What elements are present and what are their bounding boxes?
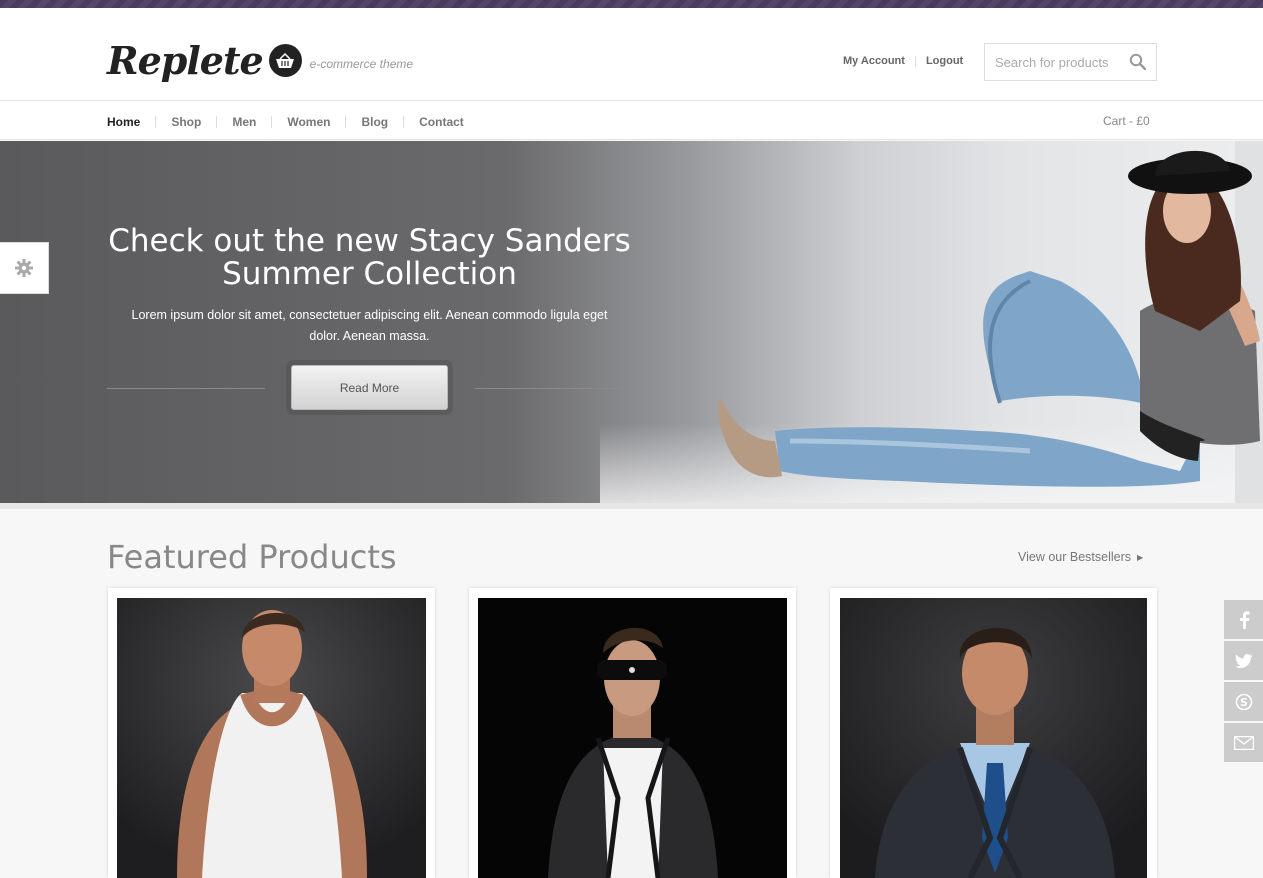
hero-description-line: dolor. Aenean massa. (309, 329, 430, 343)
facebook-icon[interactable] (1224, 600, 1263, 639)
divider (345, 116, 347, 128)
product-card[interactable] (830, 588, 1157, 878)
logout-link[interactable]: Logout (926, 55, 963, 67)
email-icon[interactable] (1224, 723, 1263, 762)
divider (155, 116, 157, 128)
twitter-icon[interactable] (1224, 641, 1263, 680)
site-header: Replete e-commerce theme My Account Logo… (0, 8, 1263, 101)
logo-text: Replete (107, 38, 264, 83)
nav-item-shop[interactable]: Shop (171, 115, 201, 129)
arrow-right-icon: ▶ (1137, 553, 1144, 562)
svg-text:S: S (1240, 696, 1248, 709)
product-card[interactable] (108, 588, 435, 878)
nav-item-home[interactable]: Home (107, 115, 140, 129)
logo[interactable]: Replete e-commerce theme (107, 38, 413, 83)
divider (475, 388, 632, 389)
product-image[interactable] (478, 598, 787, 878)
featured-products-title: Featured Products (107, 538, 397, 576)
bestsellers-link[interactable]: View our Bestsellers ▶ (1018, 550, 1143, 564)
search-input[interactable] (995, 54, 1125, 70)
main-nav: Home Shop Men Women Blog Contact Cart - … (0, 101, 1263, 140)
read-more-button[interactable]: Read More (291, 365, 448, 410)
hero-banner: Check out the new Stacy Sanders Summer C… (0, 141, 1263, 503)
skype-icon[interactable]: S (1224, 682, 1263, 721)
hero-description-line: Lorem ipsum dolor sit amet, consectetuer… (131, 308, 608, 322)
divider (403, 116, 405, 128)
logo-tagline: e-commerce theme (309, 56, 414, 71)
product-image[interactable] (117, 598, 426, 878)
nav-items: Home Shop Men Women Blog Contact (107, 115, 464, 129)
nav-item-men[interactable]: Men (232, 115, 256, 129)
hero-title-line: Check out the new Stacy Sanders (108, 223, 631, 259)
divider (271, 116, 273, 128)
product-card[interactable] (469, 588, 796, 878)
divider (107, 388, 265, 389)
hero-model-image (718, 141, 1263, 503)
hero-bottom-border (0, 503, 1263, 509)
search-icon[interactable] (1129, 53, 1147, 75)
hero-title: Check out the new Stacy Sanders Summer C… (107, 225, 632, 291)
nav-item-contact[interactable]: Contact (419, 115, 464, 129)
nav-item-blog[interactable]: Blog (361, 115, 388, 129)
bestsellers-label: View our Bestsellers (1018, 550, 1132, 564)
divider (216, 116, 218, 128)
basket-icon (268, 44, 302, 77)
gear-icon (15, 259, 33, 277)
divider (914, 55, 916, 67)
settings-tab[interactable] (0, 242, 49, 294)
hero-description: Lorem ipsum dolor sit amet, consectetuer… (107, 305, 632, 347)
product-image[interactable] (840, 598, 1149, 878)
search-box (984, 43, 1157, 81)
top-stripe (0, 0, 1263, 8)
my-account-link[interactable]: My Account (843, 55, 905, 67)
hero-title-line: Summer Collection (222, 256, 517, 292)
account-links: My Account Logout (843, 55, 963, 67)
cart-link[interactable]: Cart - £0 (1103, 114, 1150, 128)
nav-item-women[interactable]: Women (287, 115, 330, 129)
